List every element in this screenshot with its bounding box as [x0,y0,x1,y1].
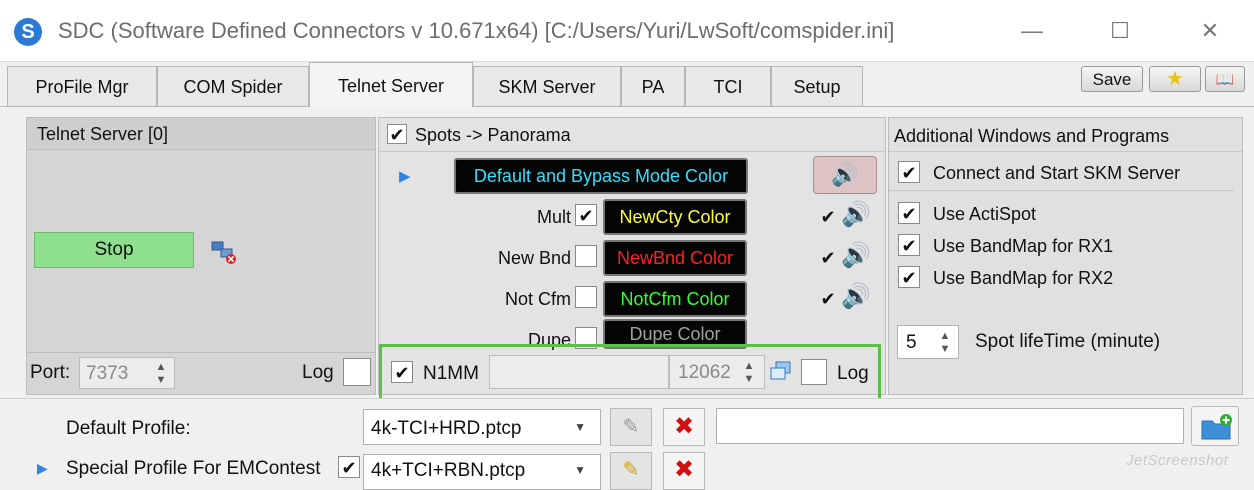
mult-checkbox[interactable]: ✔ [575,204,597,226]
title-bar: S SDC (Software Defined Connectors v 10.… [0,0,1254,62]
new-bnd-checkbox[interactable] [575,245,597,267]
n1mm-checkbox[interactable]: ✔ [391,361,413,383]
n1mm-port-value: 12062 [678,362,731,383]
telnet-panel-title: Telnet Server [0] [37,124,169,144]
use-bandmap-rx2-checkbox[interactable]: ✔ [898,266,920,288]
use-bandmap-rx2-label: Use BandMap for RX2 [933,268,1114,288]
default-profile-label: Default Profile: [66,418,191,439]
app-icon[interactable]: S [14,18,42,46]
tab-tci[interactable]: TCI [685,66,771,106]
window-restore-icon[interactable] [769,360,793,382]
mult-label: Mult [536,207,571,227]
favorite-star-icon[interactable]: ★ [1149,66,1201,92]
telnet-server-panel: Telnet Server [0] Stop Port: 7373 ▲ ▼ Log [26,117,376,395]
speaker-test-button[interactable]: 🔊 [813,156,877,194]
watermark: JetScreenshot [1126,452,1229,469]
telnet-panel-divider [27,352,375,353]
additional-header-divider [889,151,1242,152]
window-title: SDC (Software Defined Connectors v 10.67… [58,18,895,43]
speaker-icon[interactable]: 🔊 [841,282,871,311]
spot-lifetime-label: Spot lifeTime (minute) [975,331,1161,352]
n1mm-label: N1MM [423,363,479,384]
tab-skm-server[interactable]: SKM Server [473,66,621,106]
port-value: 7373 [86,363,129,384]
add-folder-icon[interactable] [1191,406,1239,446]
tab-telnet-server[interactable]: Telnet Server [309,62,473,107]
not-cfm-checkbox[interactable] [575,286,597,308]
tab-setup[interactable]: Setup [771,66,863,106]
special-profile-select[interactable]: 4k+TCI+RBN.ptcp ▼ [363,454,601,490]
minimize-button[interactable]: — [1012,14,1052,48]
tab-com-spider[interactable]: COM Spider [157,66,309,106]
port-field[interactable]: 7373 ▲ ▼ [79,357,175,389]
new-bnd-sound-checkbox[interactable]: ✔ [817,247,839,269]
expand-arrow-icon[interactable]: ▶ [37,460,48,477]
additional-programs-panel: Additional Windows and Programs ✔ Connec… [888,117,1243,395]
connect-skm-checkbox[interactable]: ✔ [898,161,920,183]
use-actispot-checkbox[interactable]: ✔ [898,202,920,224]
special-profile-label: Special Profile For EMContest [66,458,321,479]
use-bandmap-rx1-label: Use BandMap for RX1 [933,236,1114,256]
save-button[interactable]: Save [1081,66,1143,92]
additional-divider [889,190,1234,191]
notcfm-color-button[interactable]: NotCfm Color [603,281,747,317]
port-spinner-icon[interactable]: ▲ ▼ [150,361,172,387]
spots-panorama-panel: ✔ Spots -> Panorama ▶ Default and Bypass… [378,117,886,404]
newcty-color-button[interactable]: NewCty Color [603,199,747,235]
n1mm-host-field[interactable] [489,355,669,389]
spots-header-divider [379,151,885,152]
edit-special-profile-icon[interactable]: ✎ [610,452,652,490]
speaker-icon[interactable]: 🔊 [841,241,871,270]
stop-button[interactable]: Stop [34,232,194,268]
delete-profile-icon[interactable]: ✖ [663,408,705,446]
spot-lifetime-value: 5 [906,332,917,353]
default-profile-value: 4k-TCI+HRD.ptcp [371,418,522,439]
spot-lifetime-spinner-icon[interactable]: ▲ ▼ [934,330,956,356]
additional-panel-title: Additional Windows and Programs [894,126,1170,146]
chevron-down-icon[interactable]: ▼ [574,463,586,477]
profile-path-field[interactable] [716,408,1184,444]
close-button[interactable]: ✕ [1190,14,1230,48]
default-color-button[interactable]: Default and Bypass Mode Color [454,158,748,194]
n1mm-port-field[interactable]: 12062 ▲ ▼ [669,355,765,389]
network-disconnected-icon [210,240,238,266]
chevron-down-icon[interactable]: ▼ [574,420,586,434]
expand-arrow-icon[interactable]: ▶ [399,167,411,185]
help-book-icon[interactable]: 📖 [1205,66,1245,92]
spots-panorama-title: Spots -> Panorama [415,125,571,145]
not-cfm-sound-checkbox[interactable]: ✔ [817,288,839,310]
edit-profile-icon[interactable]: ✎ [610,408,652,446]
not-cfm-label: Not Cfm [504,289,571,309]
telnet-log-label: Log [302,362,334,383]
delete-special-profile-icon[interactable]: ✖ [663,452,705,490]
n1mm-log-checkbox[interactable] [801,359,827,385]
n1mm-log-label: Log [837,363,869,384]
connect-skm-label: Connect and Start SKM Server [933,163,1181,183]
maximize-button[interactable]: ☐ [1100,14,1140,48]
n1mm-port-spinner-icon[interactable]: ▲ ▼ [738,360,760,386]
special-profile-checkbox[interactable]: ✔ [338,456,360,478]
special-profile-value: 4k+TCI+RBN.ptcp [371,460,526,481]
use-actispot-label: Use ActiSpot [933,204,1037,224]
port-label: Port: [30,362,71,383]
tab-profile-mgr[interactable]: ProFile Mgr [7,66,157,106]
tab-pa[interactable]: PA [621,66,685,106]
speaker-icon[interactable]: 🔊 [841,200,871,229]
mult-sound-checkbox[interactable]: ✔ [817,206,839,228]
newbnd-color-button[interactable]: NewBnd Color [603,240,747,276]
spot-lifetime-stepper[interactable]: 5 ▲ ▼ [897,325,959,359]
spots-panorama-checkbox[interactable]: ✔ [387,124,407,145]
telnet-log-checkbox[interactable] [343,358,371,386]
new-bnd-label: New Bnd [497,248,571,268]
use-bandmap-rx1-checkbox[interactable]: ✔ [898,234,920,256]
default-profile-select[interactable]: 4k-TCI+HRD.ptcp ▼ [363,409,601,445]
